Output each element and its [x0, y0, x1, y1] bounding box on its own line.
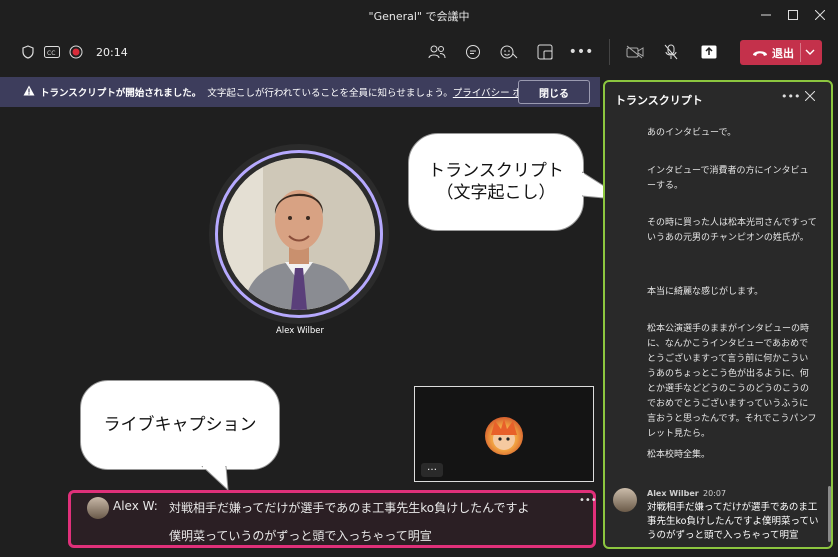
banner-title: トランスクリプトが開始されました。 [40, 88, 202, 99]
self-view-more-icon[interactable]: … [421, 463, 443, 477]
recording-icon [68, 42, 84, 62]
rooms-icon[interactable] [536, 42, 554, 62]
window-title: "General" で会議中 [368, 10, 470, 23]
transcript-entry: インタビューで消費者の方にインタビューする。 [647, 166, 809, 191]
participant-avatar[interactable] [215, 150, 383, 318]
transcript-entry: 松本校時全集。 [647, 450, 711, 460]
live-caption-box: Alex W: 対戦相手だ嫌ってだけが選手であのま工事先生ko負けしたんですよ … [68, 490, 597, 548]
more-options-icon[interactable]: ••• [569, 42, 594, 62]
participant-photo [223, 158, 375, 310]
transcript-panel: トランスクリプト ••• あのインタビューで。 インタビューで消費者の方にインタ… [603, 80, 833, 549]
transcript-speaker-avatar [613, 488, 637, 512]
transcript-speaker-name: Alex Wilber [647, 489, 699, 498]
warning-icon [23, 85, 35, 99]
caption-speaker-name: Alex W: [113, 499, 158, 513]
people-icon[interactable] [428, 42, 446, 62]
shield-icon[interactable] [20, 42, 36, 62]
mic-off-icon[interactable] [662, 42, 680, 62]
camera-off-icon[interactable] [626, 42, 644, 62]
participant-name: Alex Wilber [275, 326, 325, 336]
transcript-latest-entry: 対戦相手だ嫌ってだけが選手であのま工事先生ko負けしたんですよ僕明菜っていうのが… [647, 502, 819, 541]
close-window-icon[interactable] [810, 5, 830, 25]
live-caption-callout: ライブキャプション [80, 380, 280, 470]
leave-button[interactable]: 退出 [740, 40, 822, 65]
transcript-entry: 松本公演選手のままがインタビューの時に、なんかこうインタビューであおめでとうござ… [647, 324, 817, 439]
leave-label: 退出 [772, 46, 794, 60]
transcript-entry: その時に買った人は松本光司さんですっていうあの元男のチャンピオンの姓氏が。 [647, 218, 817, 243]
chat-icon[interactable] [464, 42, 482, 62]
transcript-callout: トランスクリプト （文字起こし） [408, 133, 584, 231]
transcript-panel-title: トランスクリプト [615, 94, 703, 107]
transcript-entry: あのインタビューで。 [647, 128, 737, 138]
self-avatar [485, 417, 523, 455]
minimize-icon[interactable] [756, 5, 776, 25]
panel-more-icon[interactable]: ••• [781, 90, 800, 103]
caption-line-2: 僕明菜っていうのがずっと頭で入っちゃって明宣 [169, 529, 432, 543]
transcript-banner: トランスクリプトが開始されました。 文字起こしが行われていることを全員に知らせま… [0, 77, 600, 107]
banner-message: 文字起こしが行われていることを全員に知らせましょう。 [207, 88, 453, 99]
svg-text:CC: CC [47, 50, 55, 57]
title-bar: "General" で会議中 [0, 0, 838, 30]
self-video-tile[interactable]: … [414, 386, 594, 482]
transcript-scrollbar[interactable] [828, 486, 831, 542]
chevron-down-icon[interactable] [805, 48, 815, 56]
phone-hangup-icon [752, 48, 768, 58]
share-screen-icon[interactable] [700, 42, 718, 62]
caption-more-icon[interactable]: ••• [579, 495, 597, 506]
maximize-icon[interactable] [783, 5, 803, 25]
transcript-timestamp: 20:07 [703, 489, 727, 498]
leave-split-divider [800, 43, 801, 62]
caption-line-1: 対戦相手だ嫌ってだけが選手であのま工事先生ko負けしたんですよ [169, 501, 530, 515]
caption-speaker-avatar [87, 497, 109, 519]
toolbar-divider [609, 39, 610, 65]
live-caption-callout-pointer [201, 466, 229, 492]
meeting-timer: 20:14 [96, 45, 128, 59]
cc-icon[interactable]: CC [44, 42, 60, 62]
banner-close-button[interactable]: 閉じる [518, 80, 590, 104]
panel-close-icon[interactable] [804, 90, 816, 104]
meeting-toolbar: CC 20:14 ••• 退出 [0, 30, 838, 75]
transcript-entry: 本当に綺麗な感じがします。 [647, 287, 764, 297]
reactions-icon[interactable] [500, 42, 518, 62]
